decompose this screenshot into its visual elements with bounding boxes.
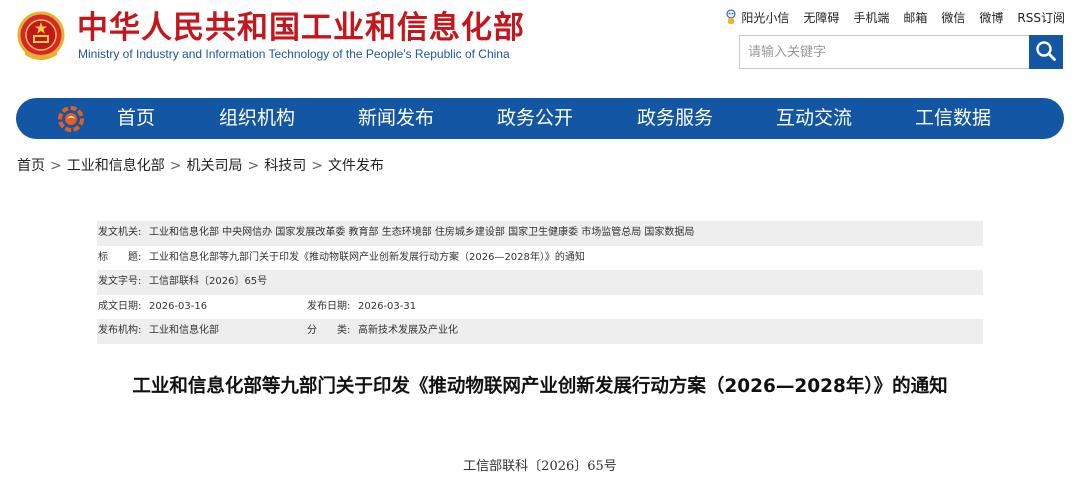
info-value: 工信部联科〔2026〕65号 <box>149 276 268 288</box>
top-link-weibo[interactable]: 微博 <box>979 9 1003 26</box>
top-link-mobile[interactable]: 手机端 <box>853 9 889 26</box>
info-value: 工业和信息化部 <box>149 325 219 337</box>
breadcrumb-science-dept[interactable]: 科技司 <box>264 158 306 174</box>
info-row-doc-number: 发文字号: 工信部联科〔2026〕65号 <box>97 270 983 295</box>
national-emblem-logo[interactable] <box>17 11 65 63</box>
main-nav: 首页 组织机构 新闻发布 政务公开 政务服务 互动交流 工信数据 <box>16 98 1064 139</box>
breadcrumb-separator: > <box>169 158 182 174</box>
info-row-title: 标 题: 工业和信息化部等九部门关于印发《推动物联网产业创新发展行动方案（202… <box>97 246 983 271</box>
info-label: 发文机关: <box>98 227 142 238</box>
breadcrumb-file-release[interactable]: 文件发布 <box>328 158 384 174</box>
info-label: 发文字号: <box>98 276 142 288</box>
info-label: 成文日期: <box>98 300 142 312</box>
top-link-rss[interactable]: RSS订阅 <box>1017 9 1065 26</box>
search-button[interactable] <box>1029 35 1063 69</box>
document-info-table: 发文机关: 工业和信息化部 中央网信办 国家发展改革委 教育部 生态环境部 住房… <box>97 221 983 344</box>
breadcrumb-separator: > <box>247 158 260 174</box>
site-title[interactable]: 中华人民共和国工业和信息化部 <box>77 10 525 46</box>
info-label: 发布日期: <box>307 300 351 312</box>
info-label: 标 题: <box>98 251 142 263</box>
search-input[interactable] <box>740 36 1030 68</box>
site-title-english[interactable]: Ministry of Industry and Information Tec… <box>78 47 510 61</box>
breadcrumb-separator: > <box>50 158 62 174</box>
info-label: 发布机构: <box>98 325 142 337</box>
search-box <box>739 35 1063 69</box>
top-link-wechat[interactable]: 微信 <box>941 9 965 26</box>
breadcrumb-ministry[interactable]: 工业和信息化部 <box>67 158 165 174</box>
info-value: 工业和信息化部 中央网信办 国家发展改革委 教育部 生态环境部 住房城乡建设部 … <box>149 227 695 238</box>
search-icon <box>1035 40 1057 65</box>
info-row-dates: 成文日期: 2026-03-16 发布日期: 2026-03-31 <box>97 295 983 320</box>
info-label: 分 类: <box>307 325 351 337</box>
top-utility-links: 阳光小信 无障碍 手机端 邮箱 微信 微博 RSS订阅 <box>726 8 1065 26</box>
top-link-sunshine[interactable]: 阳光小信 <box>724 9 789 26</box>
nav-item-gov-affairs[interactable]: 政务公开 <box>497 98 573 139</box>
mascot-icon <box>724 9 738 25</box>
nav-item-organization[interactable]: 组织机构 <box>219 98 295 139</box>
info-row-publisher: 发布机构: 工业和信息化部 分 类: 高新技术发展及产业化 <box>97 319 983 344</box>
article-title: 工业和信息化部等九部门关于印发《推动物联网产业创新发展行动方案（2026—202… <box>132 376 948 397</box>
top-link-label: 阳光小信 <box>741 10 790 25</box>
info-value: 高新技术发展及产业化 <box>358 325 458 337</box>
breadcrumb-home[interactable]: 首页 <box>17 158 45 174</box>
breadcrumb-departments[interactable]: 机关司局 <box>186 158 242 174</box>
nav-item-interaction[interactable]: 互动交流 <box>776 98 852 139</box>
top-link-mailbox[interactable]: 邮箱 <box>903 9 927 26</box>
article-doc-number: 工信部联科〔2026〕65号 <box>463 459 617 474</box>
nav-item-gov-services[interactable]: 政务服务 <box>637 98 713 139</box>
ministry-logo-icon[interactable] <box>58 106 84 132</box>
nav-item-data[interactable]: 工信数据 <box>915 98 991 139</box>
info-row-issuer: 发文机关: 工业和信息化部 中央网信办 国家发展改革委 教育部 生态环境部 住房… <box>97 221 983 246</box>
nav-item-home[interactable]: 首页 <box>117 98 155 139</box>
top-link-accessibility[interactable]: 无障碍 <box>803 9 839 26</box>
info-value: 2026-03-16 <box>149 300 208 312</box>
nav-item-news[interactable]: 新闻发布 <box>358 98 434 139</box>
breadcrumb-separator: > <box>311 158 323 174</box>
info-value: 工业和信息化部等九部门关于印发《推动物联网产业创新发展行动方案（2026—202… <box>149 251 585 263</box>
info-value: 2026-03-31 <box>358 300 417 312</box>
breadcrumb: 首页 > 工业和信息化部 > 机关司局 > 科技司 > 文件发布 <box>17 155 384 175</box>
